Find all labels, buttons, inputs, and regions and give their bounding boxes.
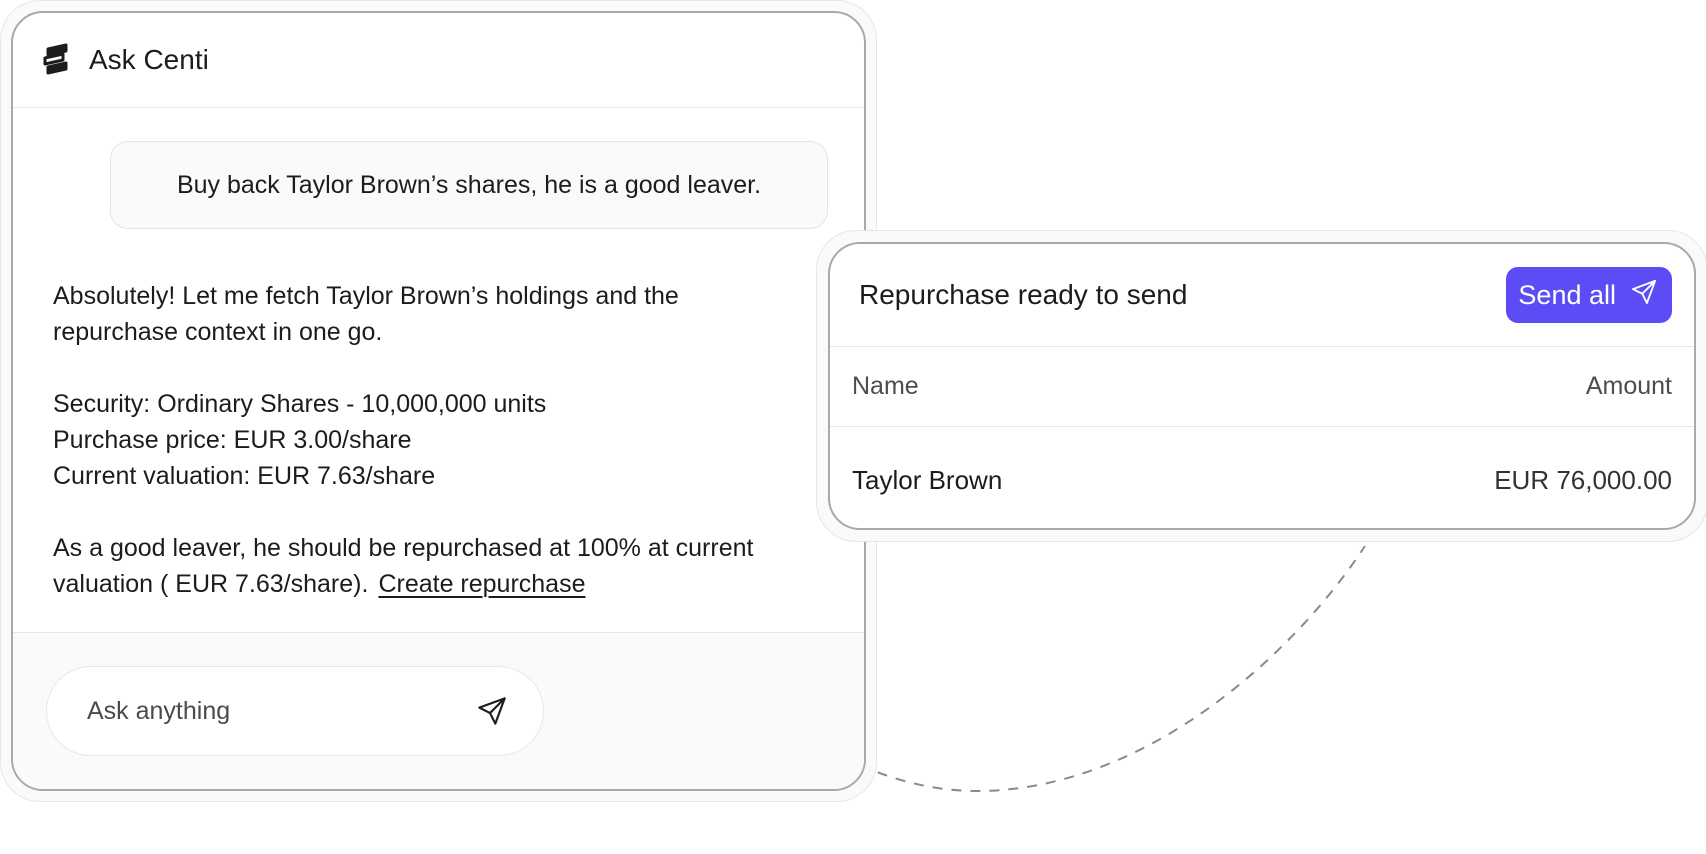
column-header-amount: Amount <box>1585 372 1672 400</box>
canvas: Ask Centi Buy back Taylor Brown’s shares… <box>0 0 1706 854</box>
table-row: Taylor Brown EUR 76,000.00 <box>830 428 1694 528</box>
repurchase-card-header: Repurchase ready to send Send all <box>830 244 1694 347</box>
send-all-button[interactable]: Send all <box>1506 267 1672 323</box>
security-line: Security: Ordinary Shares - 10,000,000 u… <box>53 390 547 418</box>
paper-plane-icon[interactable] <box>475 694 509 728</box>
row-amount: EUR 76,000.00 <box>1494 464 1672 495</box>
assistant-message: Absolutely! Let me fetch Taylor Brown’s … <box>53 278 853 602</box>
repurchase-card-frame: Repurchase ready to send Send all Name A… <box>816 230 1706 542</box>
purchase-price-line: Purchase price: EUR 3.00/share <box>53 426 412 454</box>
user-message-bubble: Buy back Taylor Brown’s shares, he is a … <box>110 141 828 229</box>
table-header: Name Amount <box>830 347 1694 427</box>
user-message-text: Buy back Taylor Brown’s shares, he is a … <box>176 170 762 199</box>
conclusion-line-2: valuation ( EUR 7.63/share). Create repur… <box>53 566 853 602</box>
assistant-intro-line-1: Absolutely! Let me fetch Taylor Brown’s … <box>53 282 679 310</box>
chat-panel: Ask Centi Buy back Taylor Brown’s shares… <box>11 11 866 791</box>
row-name: Taylor Brown <box>852 464 1003 495</box>
paper-plane-icon <box>1630 278 1658 313</box>
create-repurchase-link[interactable]: Create repurchase <box>378 570 585 598</box>
ask-input[interactable] <box>85 695 475 727</box>
repurchase-card: Repurchase ready to send Send all Name A… <box>828 242 1696 530</box>
assistant-intro-line-2: repurchase context in one go. <box>53 318 383 346</box>
chat-header: Ask Centi <box>13 13 864 108</box>
chat-footer <box>13 632 864 789</box>
repurchase-card-title: Repurchase ready to send <box>859 279 1188 310</box>
chat-panel-frame: Ask Centi Buy back Taylor Brown’s shares… <box>0 0 877 802</box>
conclusion-line-1: As a good leaver, he should be repurchas… <box>53 534 754 562</box>
ask-input-container[interactable] <box>46 666 544 756</box>
chat-title: Ask Centi <box>89 44 209 75</box>
column-header-name: Name <box>852 372 919 400</box>
send-all-label: Send all <box>1518 279 1616 310</box>
centi-logo-icon <box>39 42 75 78</box>
conclusion-line-2-text: valuation ( EUR 7.63/share). <box>53 570 369 598</box>
current-valuation-line: Current valuation: EUR 7.63/share <box>53 462 436 490</box>
